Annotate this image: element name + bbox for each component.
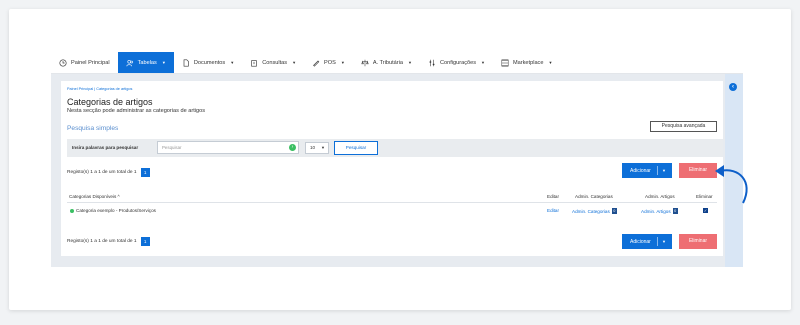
document-icon — [183, 58, 189, 67]
col-header-delete: Eliminar — [696, 194, 713, 199]
nav-consultas[interactable]: Consultas ▼ — [242, 52, 304, 73]
col-header-admin-categories: Admin. Categorias — [575, 194, 613, 199]
chevron-down-icon: ▼ — [548, 60, 553, 65]
admin-articles-cell[interactable]: Admin. Artigos 0 — [641, 208, 678, 214]
pointer-arrow-icon — [715, 165, 748, 204]
clock-icon — [59, 58, 67, 67]
workspace: ‹ Painel Principal | Categorias de artig… — [51, 74, 743, 267]
nav-label: Consultas — [262, 59, 288, 66]
nav-marketplace[interactable]: Marketplace ▼ — [493, 52, 560, 73]
page-number[interactable]: 1 — [140, 168, 150, 177]
nav-tabelas[interactable]: Tabelas ▼ — [117, 52, 174, 73]
per-page-value: 10 — [310, 145, 316, 150]
status-dot-icon — [70, 208, 74, 213]
search-label: Insira palavras para pesquisar — [72, 145, 139, 150]
add-button[interactable]: Adicionar ▼ — [622, 163, 672, 178]
list-icon — [501, 59, 509, 66]
nav-autoridade-tributaria[interactable]: A. Tributária ▼ — [353, 52, 420, 73]
chevron-down-icon: ▼ — [407, 60, 412, 65]
col-header-edit: Editar — [547, 194, 560, 199]
nav-label: Configurações — [439, 59, 477, 66]
nav-pos[interactable]: POS ▼ — [304, 52, 353, 73]
nav-painel-principal[interactable]: Painel Principal — [51, 52, 118, 73]
nav-label: Marketplace — [513, 59, 544, 66]
content-panel: Painel Principal | Categorias de artigos… — [61, 81, 723, 256]
chevron-down-icon: ▼ — [662, 168, 666, 173]
admin-categories-link[interactable]: Admin. Categorias — [572, 209, 610, 214]
search-bar: Insira palavras para pesquisar Pesquisar… — [67, 139, 723, 157]
nav-label: Painel Principal — [71, 59, 110, 66]
building-icon — [251, 59, 257, 67]
chevron-down-icon: ▼ — [292, 60, 297, 65]
nav-label: A. Tributária — [372, 59, 403, 66]
records-summary-bottom: Registo(s) 1 a 1 de um total de 1 1 — [67, 237, 150, 246]
sort-icon: ^ — [117, 194, 120, 199]
nav-configuracoes[interactable]: Configurações ▼ — [420, 52, 493, 73]
search-button[interactable]: Pesquisar — [334, 141, 378, 155]
main-nav: Painel Principal Tabelas ▼ Documentos ▼ … — [51, 52, 743, 74]
page-number[interactable]: 1 — [140, 237, 150, 246]
chevron-down-icon: ▼ — [230, 60, 235, 65]
breadcrumb[interactable]: Painel Principal | Categorias de artigos — [67, 87, 132, 91]
per-page-select[interactable]: 10 ▼ — [305, 142, 329, 154]
nav-label: Documentos — [193, 59, 226, 66]
advanced-search-button[interactable]: Pesquisa avançada — [650, 121, 717, 132]
table-divider — [67, 202, 717, 203]
admin-articles-count: 0 — [672, 208, 678, 214]
delete-button-bottom[interactable]: Eliminar — [679, 234, 717, 249]
add-label: Adicionar — [630, 238, 651, 245]
nav-label: POS — [324, 59, 336, 66]
sliders-icon — [429, 59, 435, 66]
checkbox-checked-icon: ✓ — [703, 208, 708, 213]
chevron-down-icon: ▼ — [161, 60, 166, 65]
admin-categories-count: 0 — [611, 208, 617, 214]
chevron-down-icon: ▼ — [662, 239, 666, 244]
edit-link[interactable]: Editar — [547, 208, 559, 213]
users-icon — [126, 59, 133, 66]
add-label: Adicionar — [630, 167, 651, 174]
table-row-category: Categoria exemplo - Produtos/Serviços — [70, 208, 156, 213]
admin-articles-link[interactable]: Admin. Artigos — [641, 209, 671, 214]
nav-label: Tabelas — [137, 59, 157, 66]
records-text: Registo(s) 1 a 1 de um total de 1 — [67, 170, 137, 175]
search-go-icon[interactable]: › — [289, 144, 296, 151]
chevron-down-icon: ▼ — [481, 60, 485, 65]
records-summary-top: Registo(s) 1 a 1 de um total de 1 1 — [67, 168, 150, 177]
collapse-icon[interactable]: ‹ — [729, 83, 737, 91]
add-button-bottom[interactable]: Adicionar ▼ — [622, 234, 672, 249]
category-name: Categoria exemplo - Produtos/Serviços — [76, 208, 156, 213]
simple-search-heading: Pesquisa simples — [67, 125, 119, 132]
search-input[interactable]: Pesquisar — [157, 141, 299, 154]
row-delete-checkbox[interactable]: ✓ — [703, 208, 708, 213]
page-title: Categorias de artigos — [67, 97, 153, 107]
scale-icon — [361, 59, 369, 66]
admin-categories-cell[interactable]: Admin. Categorias 0 — [572, 208, 617, 214]
button-divider — [656, 237, 658, 246]
chevron-down-icon: ▼ — [321, 145, 325, 150]
col-header-label: Categorias Disponíveis — [69, 194, 117, 199]
records-text: Registo(s) 1 a 1 de um total de 1 — [67, 239, 137, 244]
nav-documentos[interactable]: Documentos ▼ — [174, 52, 242, 73]
col-header-admin-articles: Admin. Artigos — [645, 194, 675, 199]
chevron-down-icon: ▼ — [340, 60, 345, 65]
col-header-category[interactable]: Categorias Disponíveis ^ — [69, 194, 120, 199]
page-subtitle: Nesta secção pode administrar as categor… — [67, 108, 206, 114]
button-divider — [656, 166, 658, 175]
pen-icon — [313, 60, 320, 67]
